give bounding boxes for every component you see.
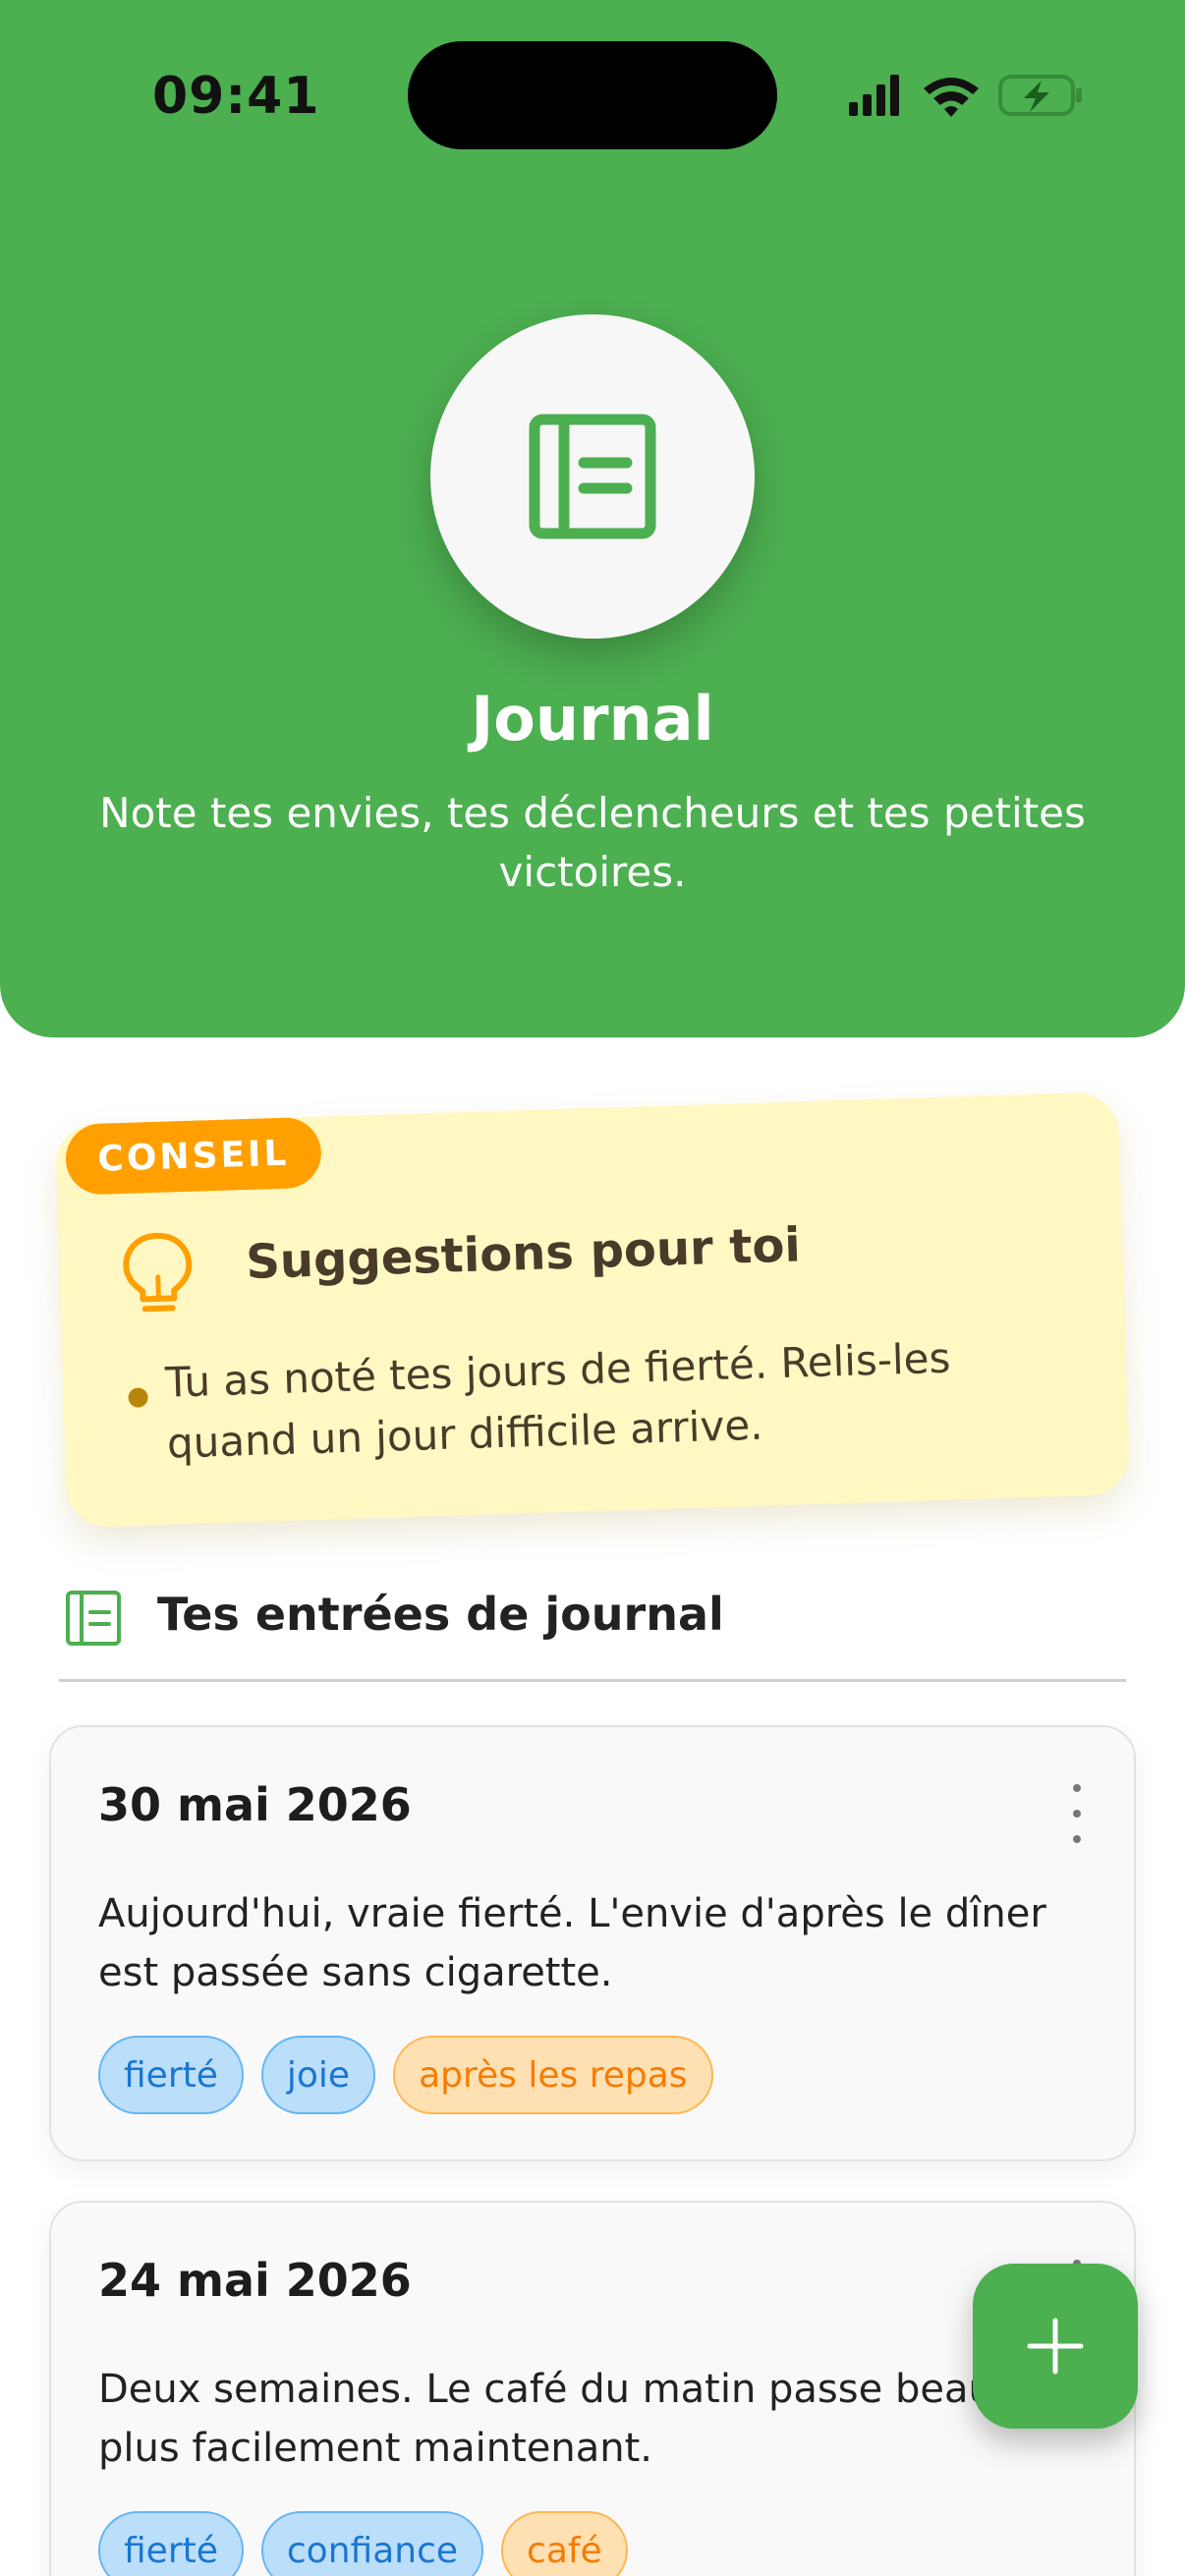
- lightbulb-icon: [123, 1232, 193, 1313]
- entry-tags: fierté confiance café: [98, 2511, 628, 2576]
- notebook-icon: [529, 414, 656, 539]
- tip-card: CONSEIL Suggestions pour toi Tu as noté …: [54, 1092, 1131, 1528]
- tag-emotion: confiance: [260, 2511, 484, 2576]
- entry-date: 24 mai 2026: [98, 2254, 412, 2307]
- page-subtitle: Note tes envies, tes déclencheurs et tes…: [99, 789, 1086, 896]
- add-entry-button[interactable]: [973, 2264, 1138, 2429]
- page-title: Journal: [471, 683, 714, 755]
- tip-bullet: [128, 1387, 148, 1408]
- section-title: Tes entrées de journal: [157, 1588, 724, 1641]
- more-vert-icon[interactable]: [1067, 1784, 1087, 1843]
- status-time: 09:41: [152, 67, 320, 126]
- tip-item: Tu as noté tes jours de fierté. Relis-le…: [164, 1333, 952, 1468]
- entry-date: 30 mai 2026: [98, 1778, 412, 1831]
- entry-text: Aujourd'hui, vraie fierté. L'envie d'apr…: [98, 1891, 1046, 1995]
- tip-badge: CONSEIL: [64, 1116, 322, 1196]
- plus-icon: [1027, 2318, 1084, 2375]
- journal-entry-card[interactable]: 30 mai 2026 Aujourd'hui, vraie fierté. L…: [49, 1725, 1136, 2161]
- status-icons: [849, 75, 1082, 117]
- journal-screen: 09:41 Journal Note tes envies, tes décle…: [0, 0, 1185, 2576]
- entry-tags: fierté joie après les repas: [98, 2036, 713, 2114]
- header: 09:41 Journal Note tes envies, tes décle…: [0, 0, 1185, 1037]
- section-divider: [59, 1679, 1126, 1682]
- tag-emotion: joie: [260, 2036, 376, 2114]
- tip-title: Suggestions pour toi: [245, 1217, 802, 1291]
- tag-emotion: fierté: [98, 2036, 244, 2114]
- battery-charging-icon: [998, 75, 1082, 116]
- dynamic-island: [408, 41, 777, 149]
- header-icon-circle: [430, 314, 755, 639]
- wifi-icon: [924, 78, 979, 117]
- tag-trigger: café: [501, 2511, 628, 2576]
- tag-emotion: fierté: [98, 2511, 244, 2576]
- entry-text: Deux semaines. Le café du matin passe be…: [98, 2367, 1090, 2471]
- notebook-icon: [66, 1591, 121, 1646]
- signal-icon: [849, 75, 899, 116]
- tag-trigger: après les repas: [393, 2036, 713, 2114]
